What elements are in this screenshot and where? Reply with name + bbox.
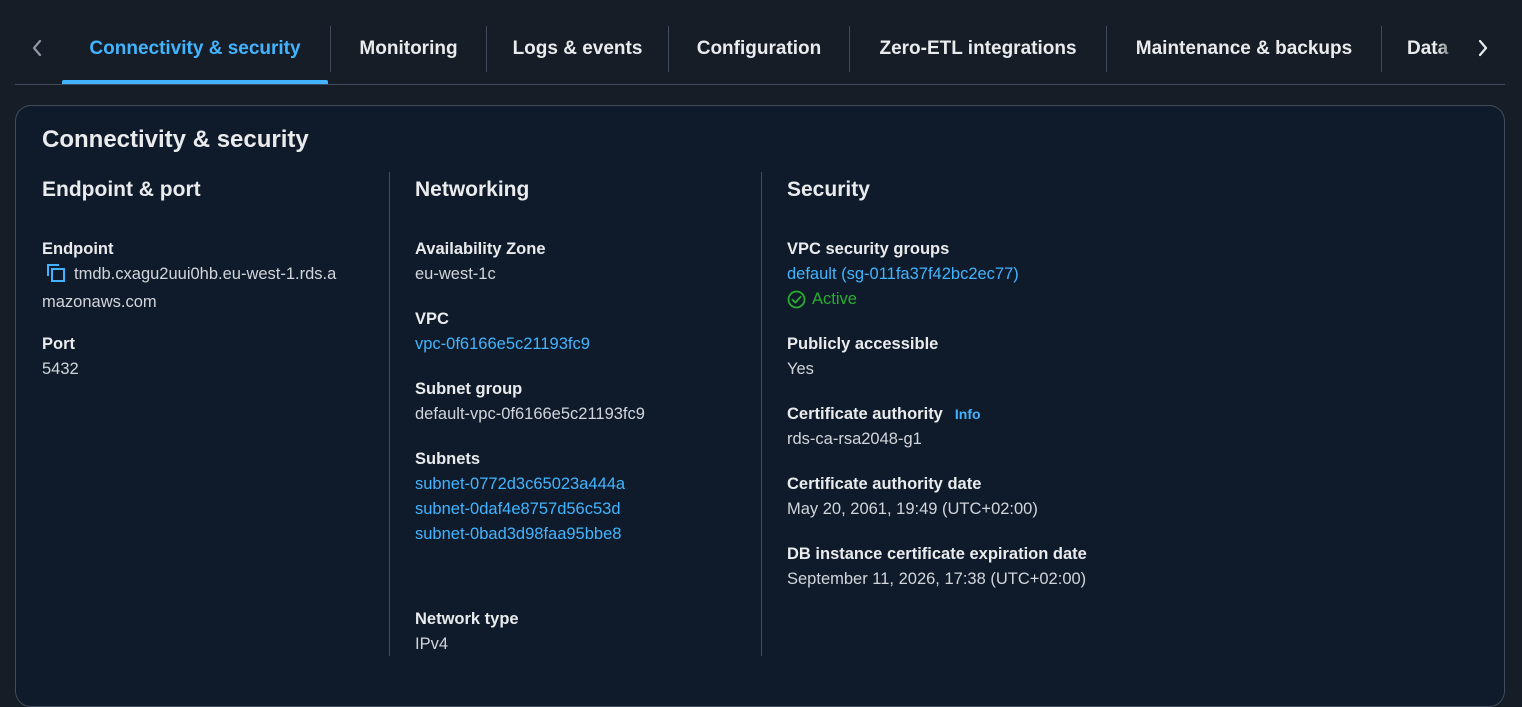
tab-logs-events[interactable]: Logs & events: [487, 14, 668, 84]
certificate-authority-value: rds-ca-rsa2048-g1: [787, 430, 922, 448]
publicly-accessible-value: Yes: [787, 360, 814, 378]
endpoint-line-2: mazonaws.com: [42, 293, 157, 311]
port-label: Port: [42, 335, 75, 353]
info-link[interactable]: Info: [955, 406, 981, 422]
certificate-expiration-value: September 11, 2026, 17:38 (UTC+02:00): [787, 570, 1087, 588]
subnet-link[interactable]: subnet-0daf4e8757d56c53d: [415, 497, 752, 522]
port-value: 5432: [42, 360, 79, 378]
security-group-status: Active: [787, 287, 1152, 312]
tab-label: Connectivity & security: [89, 38, 301, 59]
tab-label: Configuration: [696, 38, 822, 59]
subnet-group-field: Subnet group default-vpc-0f6166e5c21193f…: [415, 377, 752, 427]
networking-heading: Networking: [415, 178, 530, 201]
vpc-field: VPC vpc-0f6166e5c21193fc9: [415, 307, 752, 357]
status-text: Active: [812, 290, 857, 308]
endpoint-field: Endpoint tmdb.cxagu2uui0hb.eu-west-1.rds…: [42, 237, 379, 315]
tab-label: Monitoring: [359, 38, 458, 59]
network-type-value: IPv4: [415, 635, 449, 653]
chevron-right-icon: [1478, 39, 1488, 57]
port-field: Port 5432: [42, 332, 379, 382]
check-circle-icon: [787, 290, 806, 309]
chevron-left-icon: [32, 39, 42, 57]
endpoint-port-heading: Endpoint & port: [42, 178, 201, 201]
vpc-link[interactable]: vpc-0f6166e5c21193fc9: [415, 332, 752, 357]
publicly-accessible-field: Publicly accessible Yes: [787, 332, 1152, 382]
certificate-expiration-field: DB instance certificate expiration date …: [787, 542, 1152, 592]
subnet-link[interactable]: subnet-0bad3d98faa95bbe8: [415, 522, 752, 547]
tab-label: Logs & events: [512, 38, 643, 59]
subnet-group-value: default-vpc-0f6166e5c21193fc9: [415, 405, 645, 423]
network-type-field: Network type IPv4: [415, 607, 752, 657]
endpoint-value: tmdb.cxagu2uui0hb.eu-west-1.rds.a mazona…: [42, 262, 379, 315]
endpoint-port-column: Endpoint & port Endpoint tmdb.cxagu2uui0…: [42, 172, 389, 656]
vpc-label: VPC: [415, 310, 449, 328]
subnets-field: Subnets subnet-0772d3c65023a444a subnet-…: [415, 447, 752, 547]
tab-connectivity-security[interactable]: Connectivity & security: [61, 14, 329, 84]
certificate-authority-field: Certificate authority Info rds-ca-rsa2048…: [787, 402, 1152, 452]
vpc-security-groups-label: VPC security groups: [787, 240, 950, 258]
certificate-expiration-label: DB instance certificate expiration date: [787, 545, 1087, 563]
availability-zone-label: Availability Zone: [415, 240, 546, 258]
tabs-scroll-left-button[interactable]: [25, 36, 49, 60]
panel-title: Connectivity & security: [42, 126, 309, 153]
endpoint-label: Endpoint: [42, 240, 114, 258]
security-heading: Security: [787, 178, 870, 201]
subnet-link[interactable]: subnet-0772d3c65023a444a: [415, 472, 752, 497]
availability-zone-field: Availability Zone eu-west-1c: [415, 237, 752, 287]
certificate-authority-label: Certificate authority: [787, 405, 943, 423]
certificate-authority-date-label: Certificate authority date: [787, 475, 982, 493]
tab-label: Maintenance & backups: [1135, 38, 1353, 59]
tab-configuration[interactable]: Configuration: [669, 14, 849, 84]
publicly-accessible-label: Publicly accessible: [787, 335, 939, 353]
connectivity-security-panel: Connectivity & security Endpoint & port …: [15, 105, 1505, 707]
tab-monitoring[interactable]: Monitoring: [331, 14, 486, 84]
networking-column: Networking Availability Zone eu-west-1c …: [389, 172, 762, 656]
subnet-group-label: Subnet group: [415, 380, 523, 398]
certificate-authority-date-value: May 20, 2061, 19:49 (UTC+02:00): [787, 500, 1038, 518]
endpoint-line-1: tmdb.cxagu2uui0hb.eu-west-1.rds.a: [74, 265, 337, 283]
security-group-link[interactable]: default (sg-011fa37f42bc2ec77): [787, 262, 1152, 287]
network-type-label: Network type: [415, 610, 519, 628]
subnets-label: Subnets: [415, 450, 481, 468]
certificate-authority-date-field: Certificate authority date May 20, 2061,…: [787, 472, 1152, 522]
tab-bar: Connectivity & security Monitoring Logs …: [15, 14, 1505, 85]
tab-label: Zero-ETL integrations: [879, 38, 1077, 59]
tab-strip: Connectivity & security Monitoring Logs …: [61, 14, 1461, 84]
vpc-security-groups-field: VPC security groups default (sg-011fa37f…: [787, 237, 1152, 312]
tab-zero-etl-integrations[interactable]: Zero-ETL integrations: [850, 14, 1106, 84]
security-column: Security VPC security groups default (sg…: [761, 172, 1162, 656]
availability-zone-value: eu-west-1c: [415, 265, 496, 283]
tabs-scroll-right-button[interactable]: [1471, 36, 1495, 60]
copy-icon[interactable]: [46, 264, 66, 290]
tab-maintenance-backups[interactable]: Maintenance & backups: [1107, 14, 1381, 84]
